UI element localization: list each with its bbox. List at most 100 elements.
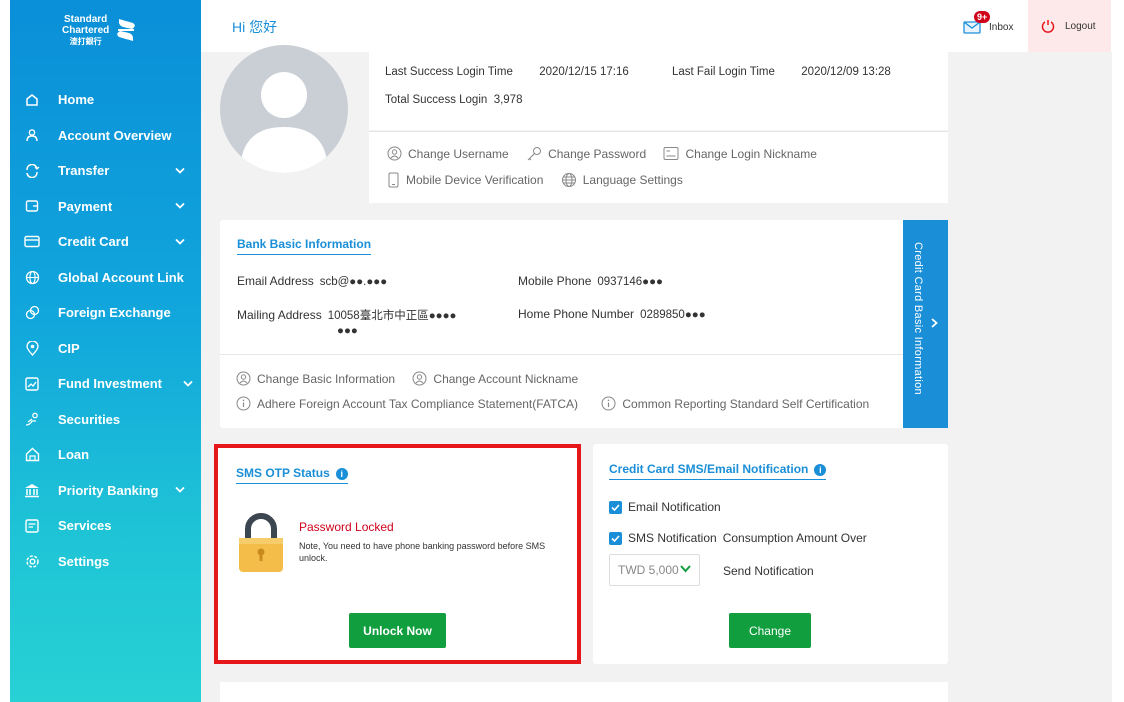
sidebar-item-label: Fund Investment <box>58 376 163 392</box>
change-basic-information-link[interactable]: Change Basic Information <box>236 371 395 386</box>
person-icon <box>24 127 40 143</box>
sidebar-item-transfer[interactable]: Transfer <box>10 153 201 189</box>
mobile-device-verification-link[interactable]: Mobile Device Verification <box>387 172 543 188</box>
logout-button[interactable]: Logout <box>1028 0 1111 52</box>
login-info-panel: Last Success Login Time 2020/12/15 17:16… <box>369 52 948 130</box>
fatca-link[interactable]: Adhere Foreign Account Tax Compliance St… <box>236 396 578 411</box>
sidebar-item-foreign-exchange[interactable]: Foreign Exchange <box>10 295 201 331</box>
sidebar-item-global-account-link[interactable]: Global Account Link <box>10 260 201 296</box>
chevron-down-icon <box>183 380 193 387</box>
logout-label: Logout <box>1065 20 1096 32</box>
chevron-down-icon <box>175 203 185 210</box>
sidebar-item-fund-investment[interactable]: Fund Investment <box>10 366 201 402</box>
notification-title: Credit Card SMS/Email Notification i <box>609 462 827 480</box>
change-username-link[interactable]: Change Username <box>387 146 509 161</box>
sidebar-item-label: Foreign Exchange <box>58 305 171 321</box>
sidebar-item-label: Credit Card <box>58 234 129 250</box>
sidebar-item-label: Priority Banking <box>58 482 159 498</box>
home-icon <box>24 92 40 108</box>
user-circle-icon <box>236 371 251 386</box>
wallet-icon <box>24 198 40 214</box>
inbox-button[interactable]: 9+ Inbox <box>963 11 1014 40</box>
sidebar-item-label: CIP <box>58 340 80 356</box>
transfer-icon <box>24 163 40 179</box>
amount-select[interactable]: TWD 5,000 <box>609 554 700 586</box>
sidebar-item-label: Services <box>58 518 112 534</box>
avatar <box>220 45 348 173</box>
default-avatar-icon <box>240 72 328 173</box>
credit-card-basic-info-tab[interactable]: Credit Card Basic Information <box>903 220 948 428</box>
checkbox-checked-icon <box>609 500 622 514</box>
email-address: Email Address scb@●●.●●● <box>237 274 388 288</box>
sidebar-item-services[interactable]: Services <box>10 508 201 544</box>
consumption-amount-label: Consumption Amount Over <box>722 531 867 545</box>
house-icon <box>24 447 40 463</box>
bank-basic-info-title[interactable]: Bank Basic Information <box>237 237 372 255</box>
sms-notification-checkbox[interactable]: SMS Notification Consumption Amount Over <box>609 531 867 545</box>
sidebar-item-securities[interactable]: Securities <box>10 402 201 438</box>
sidebar-item-credit-card[interactable]: Credit Card <box>10 224 201 260</box>
globe-icon <box>24 269 40 285</box>
credit-card-icon <box>24 234 40 250</box>
mobile-phone: Mobile Phone 0937146●●● <box>518 274 663 288</box>
gear-icon <box>24 553 40 569</box>
sidebar-item-settings[interactable]: Settings <box>10 544 201 580</box>
password-locked-status: Password Locked <box>299 520 394 534</box>
chevron-down-icon <box>680 565 691 573</box>
sidebar-item-loan[interactable]: Loan <box>10 437 201 473</box>
brand-logo[interactable]: Standard Chartered 渣打銀行 <box>62 8 152 52</box>
logo-text: Standard Chartered 渣打銀行 <box>62 13 110 46</box>
sms-otp-status-card: SMS OTP Status i Password Locked Note, Yo… <box>214 444 581 664</box>
login-actions-panel: Change Username Change Password Change L… <box>369 131 948 203</box>
securities-icon <box>24 411 40 427</box>
sidebar: Standard Chartered 渣打銀行 Home Account Ove… <box>10 0 201 702</box>
sidebar-item-label: Settings <box>58 553 110 569</box>
unlock-now-button[interactable]: Unlock Now <box>349 613 446 648</box>
bank-basic-info-card: Bank Basic Information Email Address scb@… <box>220 220 904 428</box>
info-circle-icon <box>236 396 251 411</box>
info-icon[interactable]: i <box>335 467 348 480</box>
sidebar-item-account-overview[interactable]: Account Overview <box>10 118 201 154</box>
sidebar-item-label: Securities <box>58 411 121 427</box>
chart-icon <box>24 376 40 392</box>
send-notification-label: Send Notification <box>723 564 814 578</box>
sidebar-item-home[interactable]: Home <box>10 82 201 118</box>
change-login-nickname-link[interactable]: Change Login Nickname <box>663 146 817 161</box>
inbox-label: Inbox <box>989 21 1014 33</box>
sidebar-item-label: Transfer <box>58 163 110 179</box>
sidebar-item-label: Home <box>58 92 95 108</box>
chevron-down-icon <box>175 487 185 494</box>
sidebar-item-label: Account Overview <box>58 127 172 143</box>
info-circle-icon <box>601 396 616 411</box>
padlock-icon <box>239 513 283 572</box>
change-button[interactable]: Change <box>729 613 811 648</box>
sidebar-item-cip[interactable]: CIP <box>10 331 201 367</box>
sidebar-item-payment[interactable]: Payment <box>10 189 201 225</box>
sidebar-item-priority-banking[interactable]: Priority Banking <box>10 473 201 509</box>
last-fail-login: Last Fail Login Time 2020/12/09 13:28 <box>671 66 891 78</box>
sidebar-item-label: Loan <box>58 447 90 463</box>
exchange-icon <box>24 305 40 321</box>
sidebar-nav: Home Account Overview Transfer Payment C… <box>10 82 201 579</box>
language-settings-link[interactable]: Language Settings <box>561 172 683 188</box>
inbox-badge: 9+ <box>974 11 991 23</box>
change-password-link[interactable]: Change Password <box>526 146 646 161</box>
login-times: Last Success Login Time 2020/12/15 17:16… <box>385 66 931 78</box>
logo-mark-icon <box>117 19 136 41</box>
change-account-nickname-link[interactable]: Change Account Nickname <box>412 371 578 386</box>
power-icon <box>1041 20 1055 33</box>
chevron-down-icon <box>175 238 185 245</box>
last-success-login: Last Success Login Time 2020/12/15 17:16 <box>385 66 629 78</box>
mobile-phone-icon <box>388 172 399 188</box>
divider <box>220 354 904 355</box>
mailing-address: Mailing Address 10058臺北市中正區●●●● ●●● <box>237 308 457 337</box>
sms-unlock-note: Note, You need to have phone banking pas… <box>299 541 546 563</box>
credit-card-notification-card: Credit Card SMS/Email Notification i Emai… <box>593 444 948 664</box>
info-icon[interactable]: i <box>814 463 827 476</box>
email-notification-checkbox[interactable]: Email Notification <box>609 500 721 514</box>
user-circle-icon <box>412 371 427 386</box>
globe-icon <box>561 173 576 187</box>
credit-card-basic-info-label: Credit Card Basic Information <box>912 242 924 395</box>
total-success-login: Total Success Login 3,978 <box>385 94 523 106</box>
crs-self-certification-link[interactable]: Common Reporting Standard Self Certifica… <box>601 396 869 411</box>
